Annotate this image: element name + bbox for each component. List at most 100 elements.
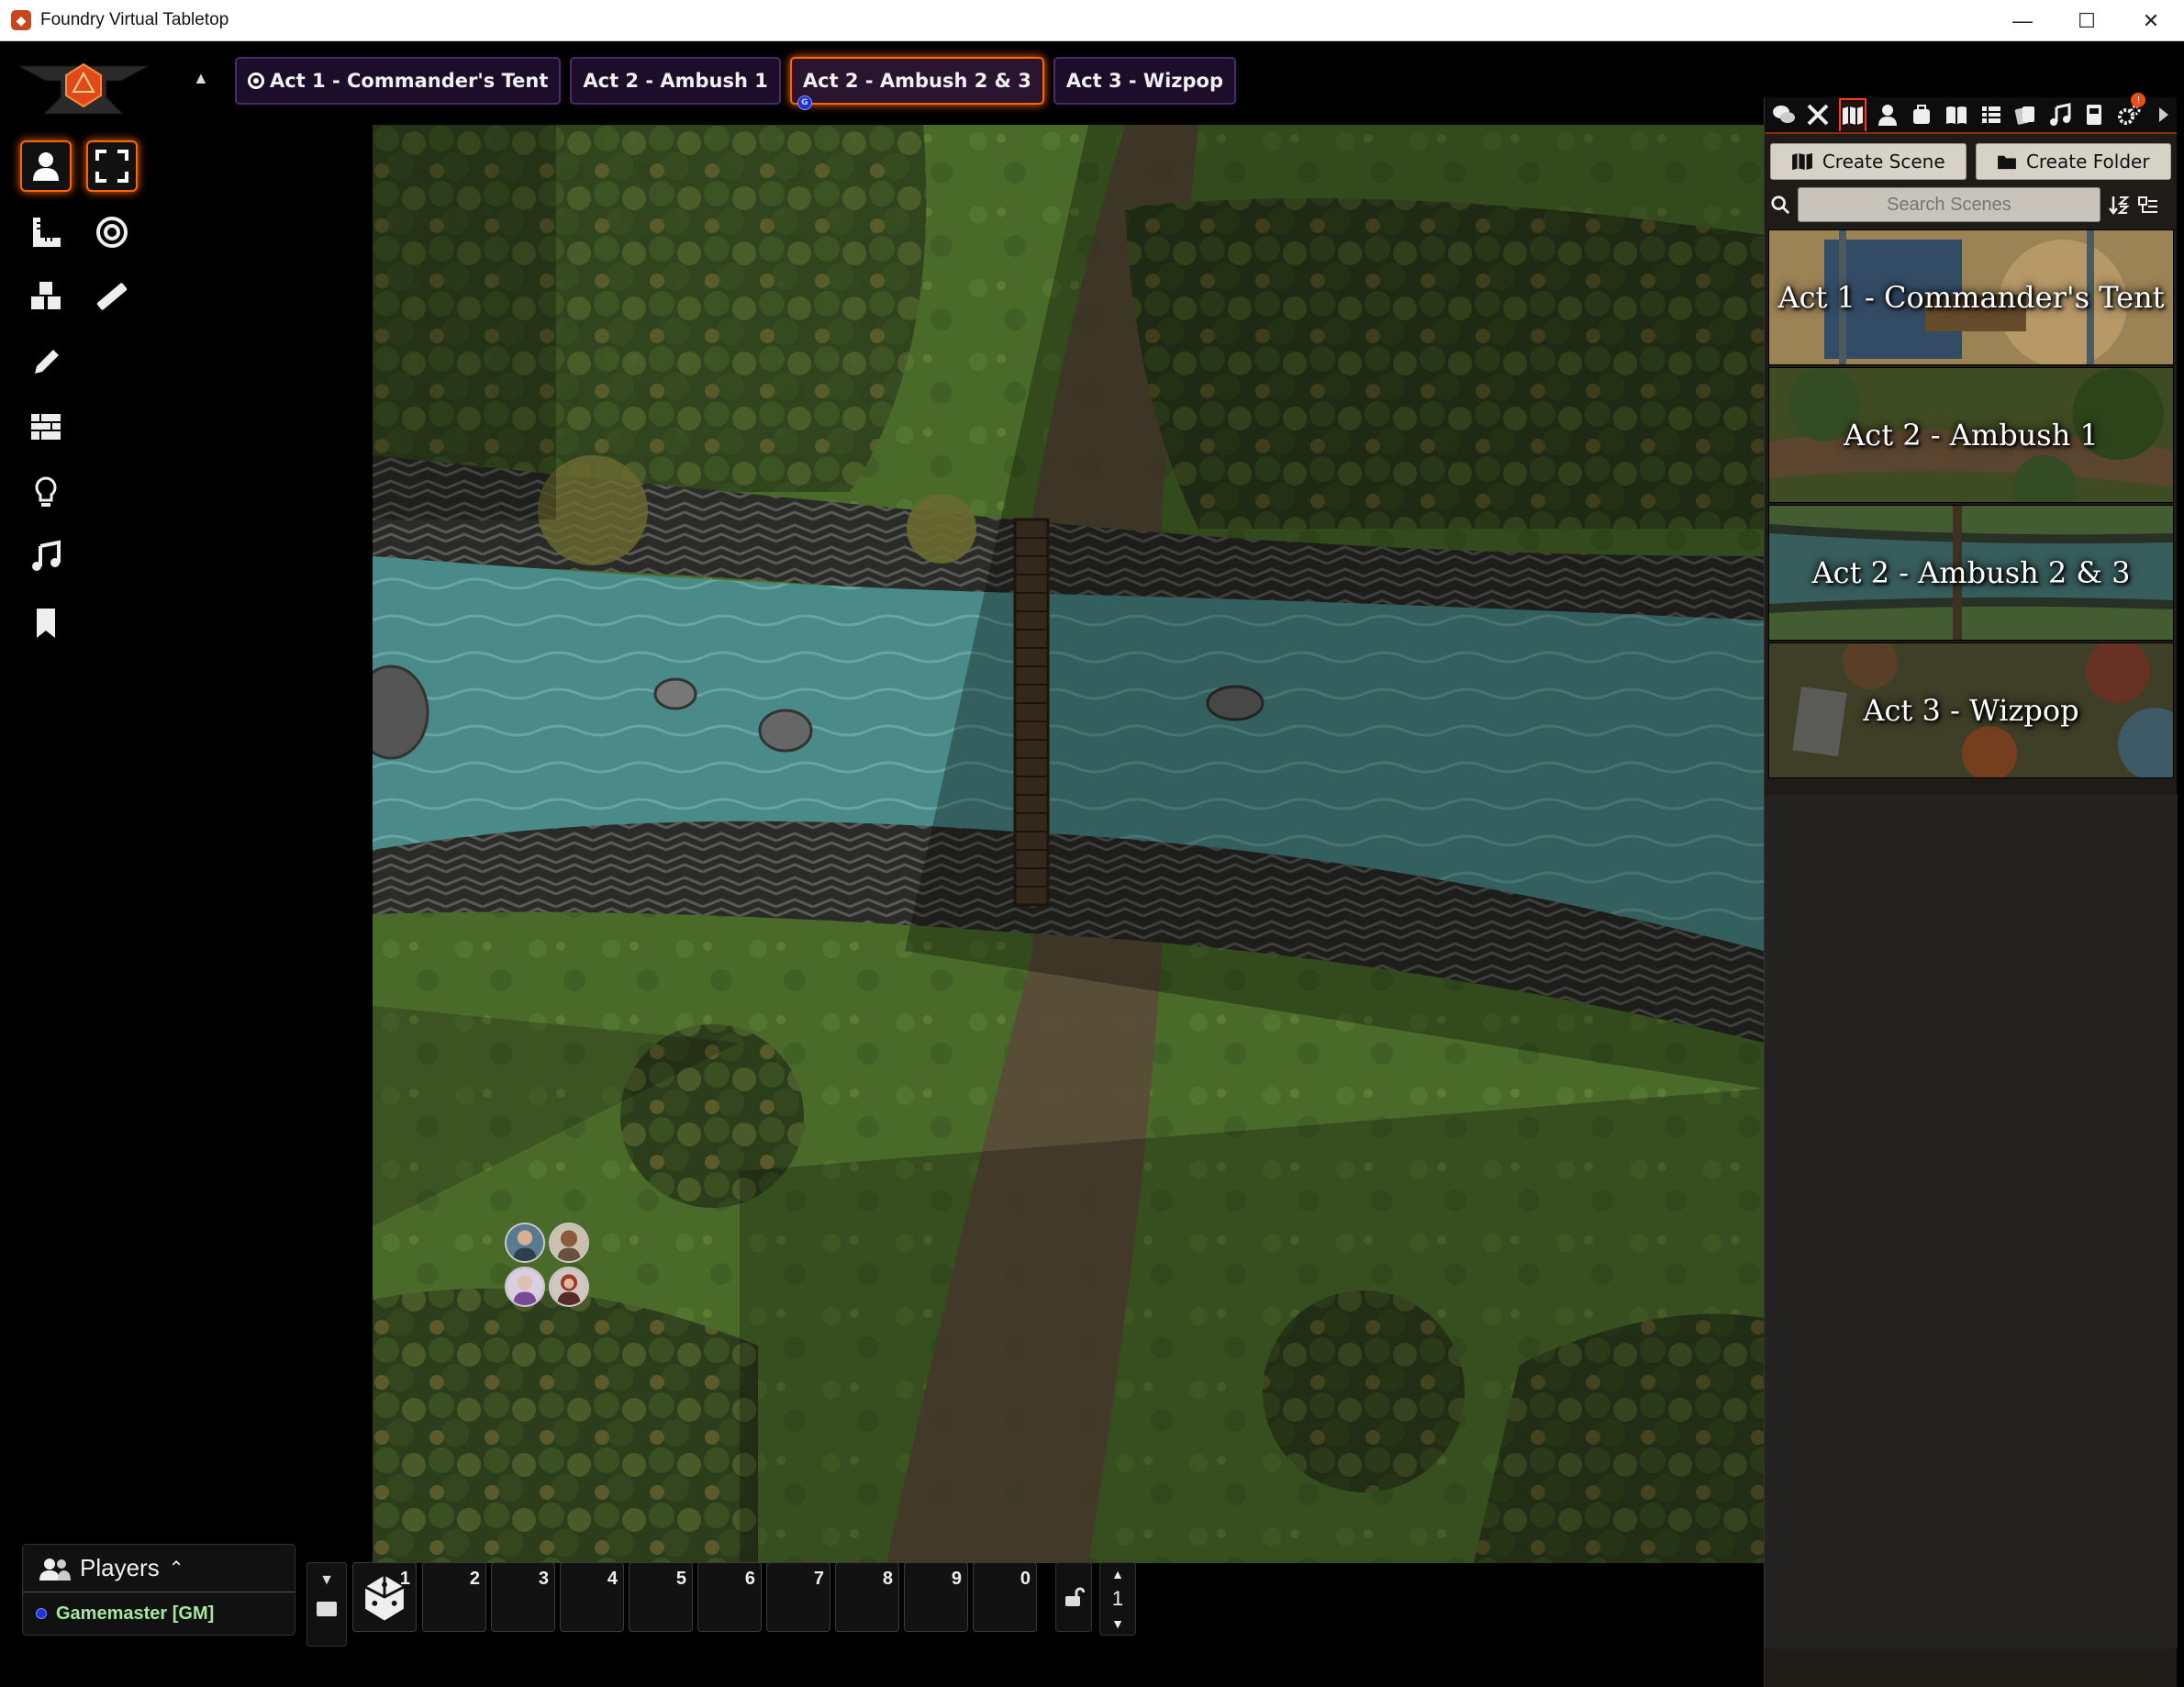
slot-number: 7 [813, 1569, 824, 1589]
sidebar-tabs: ! [1765, 93, 2177, 134]
slot-number: 2 [469, 1569, 480, 1589]
token-icon [33, 152, 59, 181]
tab-actors[interactable] [1874, 98, 1901, 131]
window-titlebar: ◆ Foundry Virtual Tabletop — ☐ ✕ [0, 0, 2184, 41]
scene-tab-label: Act 2 - Ambush 1 [583, 70, 768, 92]
slot-number: 1 [399, 1569, 410, 1589]
tile-controls-button[interactable] [20, 271, 72, 322]
scene-entry[interactable]: Act 2 - Ambush 1 [1768, 367, 2174, 503]
tab-journal[interactable] [1943, 98, 1970, 131]
tab-items[interactable] [1909, 98, 1936, 131]
macro-slot-5[interactable]: 5 [629, 1562, 693, 1632]
macro-slot-3[interactable]: 3 [491, 1562, 555, 1632]
fullscreen-button[interactable] [86, 140, 138, 192]
character-token[interactable] [549, 1267, 589, 1307]
tab-tables[interactable] [1978, 98, 2005, 131]
bookmark-icon [37, 609, 55, 638]
scene-tab-act1[interactable]: Act 1 - Commander's Tent [235, 57, 562, 105]
tab-scenes[interactable] [1839, 98, 1867, 131]
actors-icon [1878, 105, 1897, 126]
drawing-controls-button[interactable] [20, 337, 72, 388]
macro-folder-icon[interactable] [317, 1602, 337, 1616]
settings-notification-badge: ! [2131, 93, 2146, 107]
sort-alpha-icon[interactable] [2108, 194, 2130, 216]
player-color-dot [36, 1608, 47, 1619]
macro-slot-1[interactable]: 1 [352, 1562, 417, 1632]
slot-number: 4 [607, 1569, 618, 1589]
scene-tab-label: Act 1 - Commander's Tent [270, 70, 549, 92]
scene-entry[interactable]: Act 3 - Wizpop [1768, 642, 2174, 778]
tab-cards[interactable] [2011, 98, 2039, 131]
player-name: Gamemaster [GM] [56, 1603, 215, 1624]
minimize-button[interactable]: — [1991, 0, 2054, 41]
tables-icon [1981, 106, 2000, 123]
hotbar-lock-button[interactable] [1055, 1562, 1092, 1632]
light-icon [35, 476, 57, 507]
measure-controls-button[interactable] [20, 207, 72, 258]
create-folder-button[interactable]: Create Folder [1975, 143, 2171, 180]
character-token[interactable] [505, 1267, 545, 1307]
character-portrait-icon [507, 1268, 543, 1305]
search-scenes-input[interactable] [1798, 187, 2100, 222]
players-header[interactable]: Players ⌃ [23, 1545, 295, 1592]
macro-slot-0[interactable]: 0 [973, 1562, 1037, 1632]
journal-icon [1945, 106, 1967, 124]
collapse-nav-icon[interactable]: ▲ [193, 69, 209, 88]
collapse-icon [2159, 107, 2169, 122]
tiles-icon [31, 282, 61, 309]
token-controls-button[interactable] [20, 140, 72, 192]
players-list: Players ⌃ Gamemaster [GM] [22, 1544, 295, 1636]
create-scene-label: Create Scene [1822, 151, 1945, 173]
lighting-controls-button[interactable] [20, 467, 72, 519]
scene-entry[interactable]: Act 1 - Commander's Tent [1768, 229, 2174, 365]
macro-slot-7[interactable]: 7 [766, 1562, 830, 1632]
foundry-anvil-logo[interactable] [17, 57, 150, 119]
macro-slot-9[interactable]: 9 [904, 1562, 968, 1632]
scene-canvas[interactable] [373, 125, 1764, 1563]
scene-name: Act 2 - Ambush 1 [1844, 418, 2099, 452]
macro-slot-8[interactable]: 8 [835, 1562, 899, 1632]
tab-settings[interactable]: ! [2115, 93, 2146, 131]
tab-combat[interactable] [1805, 98, 1833, 131]
sound-controls-button[interactable] [20, 531, 72, 583]
close-button[interactable]: ✕ [2120, 0, 2182, 41]
tab-compendium[interactable] [2080, 98, 2108, 131]
scene-entry[interactable]: Act 2 - Ambush 2 & 3 [1768, 505, 2174, 641]
wall-controls-button[interactable] [20, 401, 72, 452]
chevron-up-icon: ⌃ [168, 1559, 184, 1579]
hotbar-page-number: 1 [1111, 1587, 1124, 1610]
tab-playlists[interactable] [2046, 98, 2074, 131]
scene-tab-act2-ambush1[interactable]: Act 2 - Ambush 1 [570, 57, 781, 105]
page-up-icon[interactable]: ▲ [1111, 1567, 1124, 1581]
ruler-icon [33, 218, 61, 247]
macro-slot-2[interactable]: 2 [422, 1562, 486, 1632]
maximize-button[interactable]: ☐ [2056, 0, 2118, 41]
foundry-app-icon: ◆ [11, 10, 31, 30]
players-title: Players [80, 1554, 160, 1581]
collapse-sidebar-button[interactable] [2149, 98, 2177, 131]
collapse-folders-icon[interactable] [2137, 194, 2159, 216]
notes-controls-button[interactable] [20, 598, 72, 649]
scene-tab-act3-wizpop[interactable]: Act 3 - Wizpop [1053, 57, 1236, 105]
character-token[interactable] [549, 1223, 589, 1263]
scene-navigation: Act 1 - Commander's Tent Act 2 - Ambush … [235, 57, 1236, 110]
battle-map[interactable] [373, 125, 1764, 1563]
measure-tool-button[interactable] [86, 271, 138, 322]
create-scene-button[interactable]: Create Scene [1770, 143, 1967, 180]
character-token[interactable] [505, 1223, 545, 1263]
target-button[interactable] [86, 207, 138, 258]
scene-tab-act2-ambush23[interactable]: Act 2 - Ambush 2 & 3 G [789, 57, 1044, 110]
walls-icon [31, 414, 61, 440]
macro-slot-6[interactable]: 6 [697, 1562, 762, 1632]
hotbar-collapse-icon[interactable]: ▼ [307, 1572, 346, 1589]
macro-slot-4[interactable]: 4 [560, 1562, 624, 1632]
slot-number: 8 [882, 1569, 893, 1589]
player-item[interactable]: Gamemaster [GM] [23, 1592, 295, 1635]
tab-chat[interactable] [1770, 98, 1798, 131]
window-title: Foundry Virtual Tabletop [40, 10, 229, 29]
page-down-icon[interactable]: ▼ [1111, 1616, 1124, 1631]
measure-icon [96, 283, 128, 310]
folder-icon [1998, 155, 2016, 170]
character-portrait-icon [551, 1224, 587, 1261]
scene-directory-list: Act 1 - Commander's Tent Act 2 - Ambush … [1765, 229, 2177, 778]
